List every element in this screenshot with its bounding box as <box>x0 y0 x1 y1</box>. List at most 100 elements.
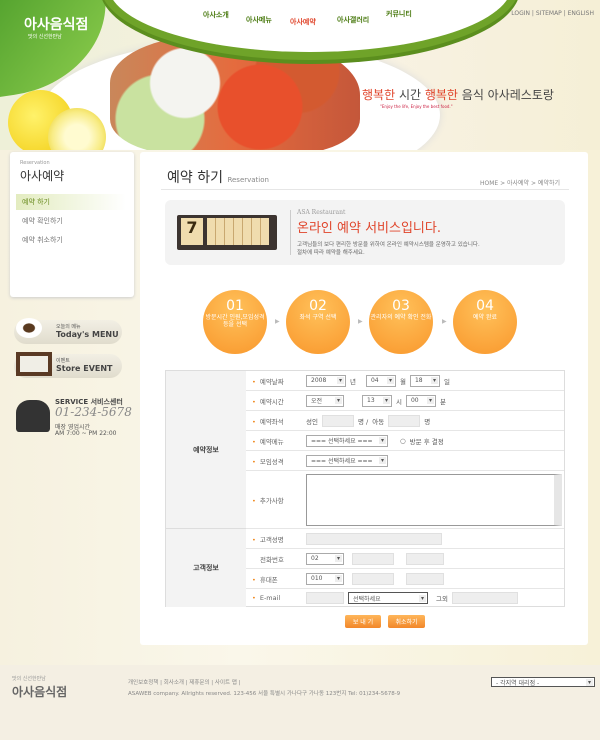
email-id-input[interactable] <box>306 592 344 604</box>
breadcrumb[interactable]: HOME > 아사예약 > 예약하기 <box>480 178 560 187</box>
sidebar-item-cancel[interactable]: 예약 취소하기 <box>16 232 126 248</box>
group-reservation-info: 예약정보 <box>166 371 246 529</box>
arrow-icon: ▶ <box>442 318 447 325</box>
mobile-mid-input[interactable] <box>352 572 394 585</box>
footer-copyright: ASAWEB company. Allrights reserved. 123-… <box>128 691 401 697</box>
slogan-part: 행복한 <box>362 88 396 102</box>
label: 예약좌석 <box>260 416 302 426</box>
logo[interactable]: 아사음식점 <box>24 14 88 34</box>
slogan: 행복한 시간 행복한 음식 아사레스토랑 <box>362 86 554 103</box>
footer-logo: 아사음식점 <box>12 685 68 699</box>
tel-mid-input[interactable] <box>352 552 394 565</box>
radio-icon[interactable]: ○ <box>400 437 406 445</box>
todays-menu-banner[interactable]: 오늘의 메뉴 Today's MENU <box>14 318 122 344</box>
page-title-en: Reservation <box>227 176 269 184</box>
row-date: 예약날짜 2008 년 04월 18일 <box>246 371 564 391</box>
step-number: 02 <box>309 298 327 314</box>
arrow-icon: ▶ <box>275 318 280 325</box>
month-select[interactable]: 04 <box>365 374 396 387</box>
unit: 년 <box>350 377 356 386</box>
meeting-select[interactable]: === 선택하세요 === <box>306 454 388 467</box>
radio-label[interactable]: 방문 후 결정 <box>410 436 444 446</box>
nav-about[interactable]: 아사소개 <box>203 10 229 20</box>
step-text: 방문시간 인원,모임성격 등을 선택 <box>205 314 265 328</box>
telephone-icon <box>16 400 50 432</box>
sidebar-item-confirm[interactable]: 예약 확인하기 <box>16 213 126 229</box>
tel-last-input[interactable] <box>406 552 444 565</box>
menu-select[interactable]: === 선택하세요 === <box>306 434 388 447</box>
subnav-cancel[interactable]: 예약 취소하기 <box>370 36 405 45</box>
label: 고객성명 <box>260 534 302 544</box>
year-select[interactable]: 2008 <box>306 374 346 387</box>
step-number: 03 <box>392 298 410 314</box>
store-event-banner[interactable]: 이벤트 Store EVENT <box>14 352 122 378</box>
branch-select[interactable]: - 각지역 대리점 - <box>491 677 595 687</box>
intro-line2: 절차에 따라 예약을 해주세요. <box>297 250 365 256</box>
label: 예약메뉴 <box>260 436 302 446</box>
sidebar-item-reserve[interactable]: 예약 하기 <box>16 194 126 210</box>
row-menu: 예약메뉴 === 선택하세요 === ○ 방문 후 결정 <box>246 431 564 451</box>
intro-box: 7 ASA Restaurant 온라인 예약 서비스입니다. 고객님들의 보다… <box>165 200 565 265</box>
hour-select[interactable]: 13 <box>362 394 392 407</box>
event-big: Store EVENT <box>56 364 113 373</box>
email-other-input[interactable] <box>451 592 518 604</box>
reservation-form: 예약정보 고객정보 예약날짜 2008 년 04월 18일 예약시간 오전 13 시… <box>165 370 565 607</box>
nav-community[interactable]: 커뮤니티 <box>386 9 412 19</box>
calendar-grid <box>207 218 269 245</box>
slogan-english: "Enjoy the life, Enjoy the best food." <box>380 104 453 109</box>
row-mobile: 휴대폰 010 <box>246 569 564 589</box>
sidebar-title: 아사예약 <box>20 169 65 183</box>
menu-big: Today's MENU <box>56 330 119 339</box>
sidebar-panel: Reservation 아사예약 예약 하기 예약 확인하기 예약 취소하기 <box>10 152 134 297</box>
nav-menu[interactable]: 아사메뉴 <box>246 15 272 25</box>
menu-small: 오늘의 메뉴 <box>56 324 81 330</box>
step-2: 02 좌석 구역 선택 <box>286 290 350 354</box>
step-1: 01 방문시간 인원,모임성격 등을 선택 <box>203 290 267 354</box>
send-button[interactable]: 보 내 기 <box>345 615 381 628</box>
adult-input[interactable] <box>321 414 354 427</box>
row-phone: 전화번호 02 <box>246 549 564 569</box>
mobile-last-input[interactable] <box>406 572 444 585</box>
slogan-part: 시간 <box>395 88 425 102</box>
name-input[interactable] <box>306 532 442 545</box>
row-extra: 추가사항 <box>246 471 564 529</box>
email-other-label: 그외 <box>436 595 448 603</box>
email-domain-select[interactable]: 선택하세요 <box>348 592 428 604</box>
header-banner: 아사음식점 맛의 신선한만남 아사소개 아사메뉴 아사예약 아사갤러리 커뮤니티… <box>0 0 600 150</box>
child-input[interactable] <box>388 414 421 427</box>
cancel-button[interactable]: 취소하기 <box>388 615 425 628</box>
footer-logo-sub: 맛의 신선한만남 <box>12 676 46 682</box>
row-name: 고객성명 <box>246 529 564 549</box>
service-phone: 01-234-5678 <box>55 405 132 419</box>
unit: 명 <box>424 417 431 426</box>
subnav-confirm[interactable]: 예약 확인하기 <box>325 41 360 50</box>
label: 모임성격 <box>260 456 302 466</box>
step-3: 03 관리자의 예약 확인 전화 <box>369 290 433 354</box>
subnav-reserve[interactable]: 예약 하기 <box>290 41 314 50</box>
label: 추가사항 <box>260 495 302 505</box>
footer-links[interactable]: 개인보호정책 | 회사소개 | 제휴문의 | 사이트 맵 | <box>128 678 240 686</box>
step-text: 관리자의 예약 확인 전화 <box>370 314 432 321</box>
child-label: 아동 <box>372 417 385 426</box>
calendar-day: 7 <box>181 218 203 245</box>
row-time: 예약시간 오전 13 시 00분 <box>246 391 564 411</box>
utility-links[interactable]: LOGIN | SITEMAP | ENGLISH <box>511 10 594 17</box>
day-select[interactable]: 18 <box>409 374 440 387</box>
extra-textarea[interactable] <box>306 473 562 526</box>
divider <box>161 189 569 190</box>
nav-gallery[interactable]: 아사갤러리 <box>337 15 369 25</box>
unit: 분 <box>439 397 446 406</box>
ampm-select[interactable]: 오전 <box>306 394 344 407</box>
mobile-prefix-select[interactable]: 010 <box>306 572 344 585</box>
picture-frame-icon <box>16 352 52 376</box>
row-email: E-mail 선택하세요 그외 <box>246 589 564 607</box>
minute-select[interactable]: 00 <box>405 394 436 407</box>
coffee-cup-icon <box>16 318 42 338</box>
calendar-icon: 7 <box>177 215 277 250</box>
intro-line1: 고객님들의 보다 편리한 방문을 위하여 온라인 예약시스템을 운영하고 있습니… <box>297 242 480 248</box>
intro-eyebrow: ASA Restaurant <box>297 209 346 216</box>
row-meeting: 모임성격 === 선택하세요 === <box>246 451 564 471</box>
tel-prefix-select[interactable]: 02 <box>306 552 344 565</box>
label: E-mail <box>260 594 302 602</box>
nav-reservation[interactable]: 아사예약 <box>290 17 316 27</box>
